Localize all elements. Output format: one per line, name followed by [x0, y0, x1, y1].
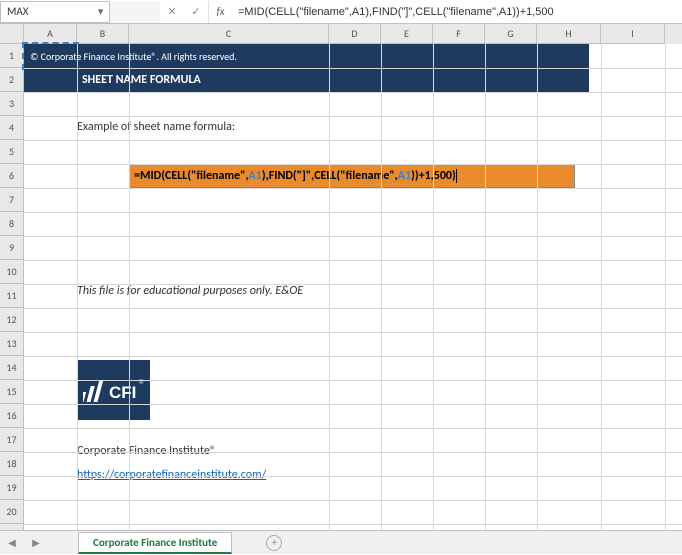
col-header-F[interactable]: F: [433, 24, 485, 44]
row-header-6[interactable]: 6: [0, 164, 24, 188]
col-header-I[interactable]: I: [601, 24, 665, 44]
banner-title: SHEET NAME FORMULA: [24, 68, 589, 92]
row-headers: 123456789101112131415161718192021: [0, 44, 24, 530]
row-header-8[interactable]: 8: [0, 212, 24, 236]
row-header-19[interactable]: 19: [0, 476, 24, 500]
col-header-A[interactable]: A: [24, 24, 77, 44]
sheet-tab-active[interactable]: Corporate Finance Institute: [78, 532, 232, 554]
row-header-16[interactable]: 16: [0, 404, 24, 428]
sheet-tab-bar: ◀ ▶ Corporate Finance Institute +: [0, 530, 682, 554]
cancel-icon[interactable]: ✕: [160, 1, 184, 23]
text-cursor: [456, 169, 457, 183]
cells-area[interactable]: © Corporate Finance Institute®. All righ…: [24, 44, 682, 530]
confirm-icon[interactable]: ✓: [184, 1, 208, 23]
row-header-4[interactable]: 4: [0, 116, 24, 140]
name-box[interactable]: MAX ▼: [0, 1, 110, 23]
select-all-corner[interactable]: [0, 24, 24, 44]
row-header-20[interactable]: 20: [0, 500, 24, 524]
row-header-15[interactable]: 15: [0, 380, 24, 404]
spacer: [110, 1, 160, 23]
cfi-logo: CFI ®: [78, 360, 150, 420]
col-header-G[interactable]: G: [485, 24, 537, 44]
disclaimer-note: This file is for educational purposes on…: [77, 284, 303, 298]
col-header-C[interactable]: C: [129, 24, 329, 44]
col-header-H[interactable]: H: [537, 24, 601, 44]
row-header-11[interactable]: 11: [0, 284, 24, 308]
formula-input[interactable]: [232, 1, 682, 23]
row-header-10[interactable]: 10: [0, 260, 24, 284]
example-label: Example of sheet name formula:: [77, 120, 235, 134]
dropdown-icon[interactable]: ▼: [96, 6, 105, 17]
row-header-7[interactable]: 7: [0, 188, 24, 212]
formula-editing-cell[interactable]: =MID(CELL("filename",A1),FIND("]",CELL("…: [129, 164, 575, 188]
fx-icon[interactable]: fx: [208, 1, 232, 23]
copyright-text: © Corporate Finance Institute®. All righ…: [24, 44, 589, 68]
row-header-5[interactable]: 5: [0, 140, 24, 164]
col-header-D[interactable]: D: [329, 24, 381, 44]
logo-text: CFI: [109, 383, 136, 402]
row-header-18[interactable]: 18: [0, 452, 24, 476]
new-sheet-button[interactable]: +: [262, 531, 286, 555]
row-header-2[interactable]: 2: [0, 68, 24, 92]
name-formula-bar: MAX ▼ ✕ ✓ fx: [0, 0, 682, 24]
row-header-13[interactable]: 13: [0, 332, 24, 356]
company-name: Corporate Finance Institute®: [77, 444, 216, 458]
tab-nav-next-icon[interactable]: ▶: [24, 531, 48, 555]
spreadsheet-grid: A B C D E F G H I 1234567891011121314151…: [0, 24, 682, 530]
row-header-1[interactable]: 1: [0, 44, 24, 68]
row-header-17[interactable]: 17: [0, 428, 24, 452]
col-header-E[interactable]: E: [381, 24, 433, 44]
row-header-9[interactable]: 9: [0, 236, 24, 260]
tab-nav-prev-icon[interactable]: ◀: [0, 531, 24, 555]
company-url-link[interactable]: https://corporatefinanceinstitute.com/: [77, 468, 266, 482]
column-headers: A B C D E F G H I: [0, 24, 682, 44]
row-header-14[interactable]: 14: [0, 356, 24, 380]
row-header-12[interactable]: 12: [0, 308, 24, 332]
name-box-value: MAX: [7, 5, 28, 18]
col-header-B[interactable]: B: [77, 24, 129, 44]
row-header-3[interactable]: 3: [0, 92, 24, 116]
